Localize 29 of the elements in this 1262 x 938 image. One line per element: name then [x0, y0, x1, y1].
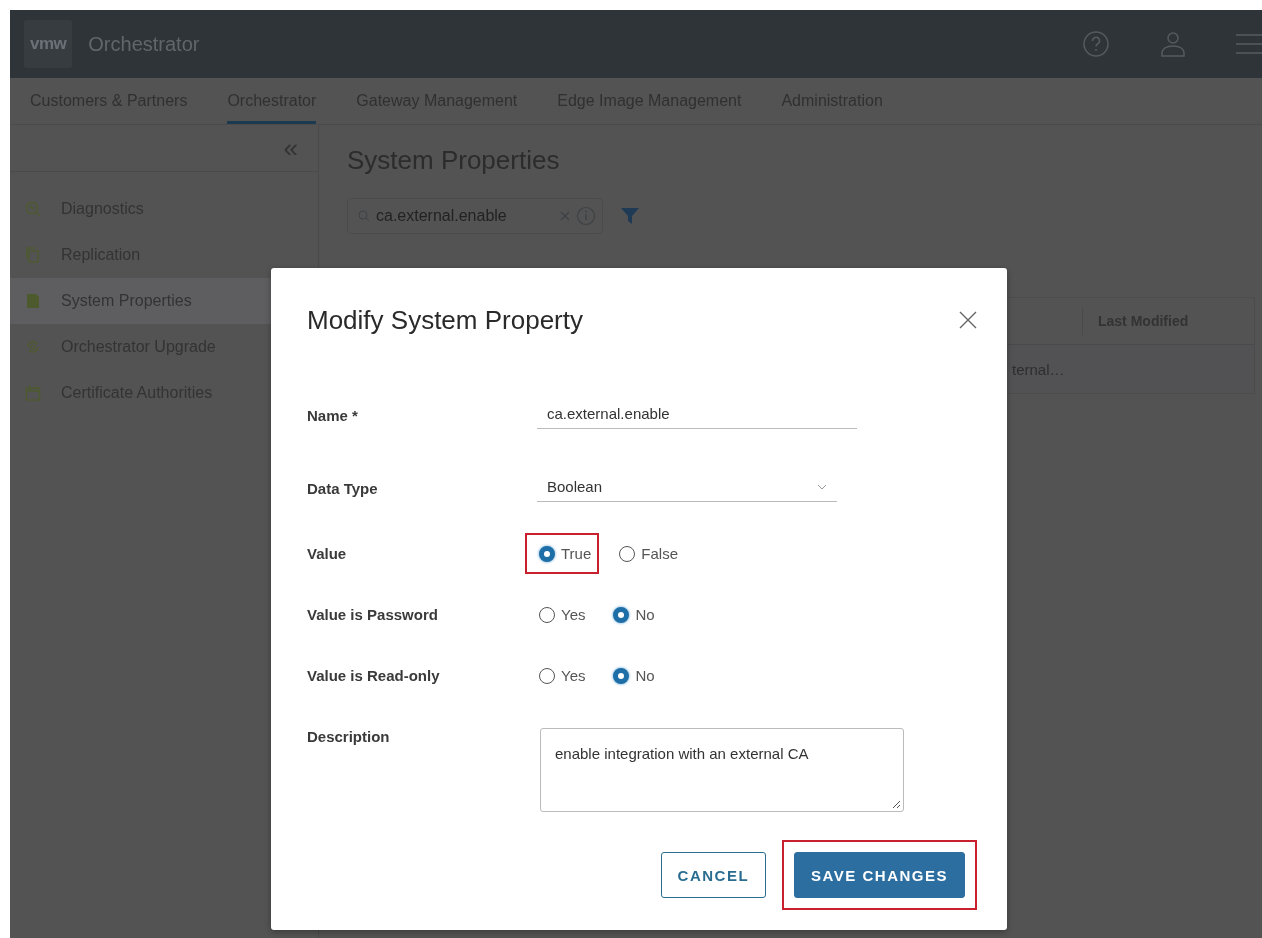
resize-grip-icon [892, 800, 901, 809]
radio-option[interactable]: No [599, 594, 663, 635]
radio-option[interactable]: True [525, 533, 600, 574]
menu-icon[interactable] [1236, 32, 1262, 56]
close-icon[interactable] [959, 311, 977, 329]
copy-icon [25, 247, 41, 263]
chevron-icon [817, 483, 827, 490]
radio-option[interactable]: Yes [525, 655, 594, 696]
description-field[interactable]: enable integration with an external CA [540, 728, 904, 812]
cycle-icon [25, 339, 41, 355]
save-button[interactable]: SAVE CHANGES [794, 852, 965, 898]
cancel-button[interactable]: CANCEL [660, 852, 767, 898]
radio-option[interactable]: No [599, 655, 663, 696]
help-icon[interactable] [1082, 30, 1110, 58]
radio-option[interactable]: False [605, 533, 686, 574]
field-label: Data Type [307, 479, 379, 497]
data-type-select[interactable]: Boolean [537, 474, 837, 502]
collapse-button[interactable]: « [283, 135, 298, 161]
field-label: Description [307, 728, 391, 745]
filter-icon[interactable] [621, 208, 639, 224]
magnifier-icon [25, 201, 41, 217]
field-label: Value [307, 545, 348, 562]
field-label: Name * [307, 406, 359, 424]
calendar-icon [25, 385, 41, 401]
field-label: Value is Password [307, 606, 439, 623]
field-label: Value is Read-only [307, 667, 441, 684]
document-icon [25, 293, 41, 309]
user-icon[interactable] [1160, 30, 1186, 58]
radio-option[interactable]: Yes [525, 594, 594, 635]
